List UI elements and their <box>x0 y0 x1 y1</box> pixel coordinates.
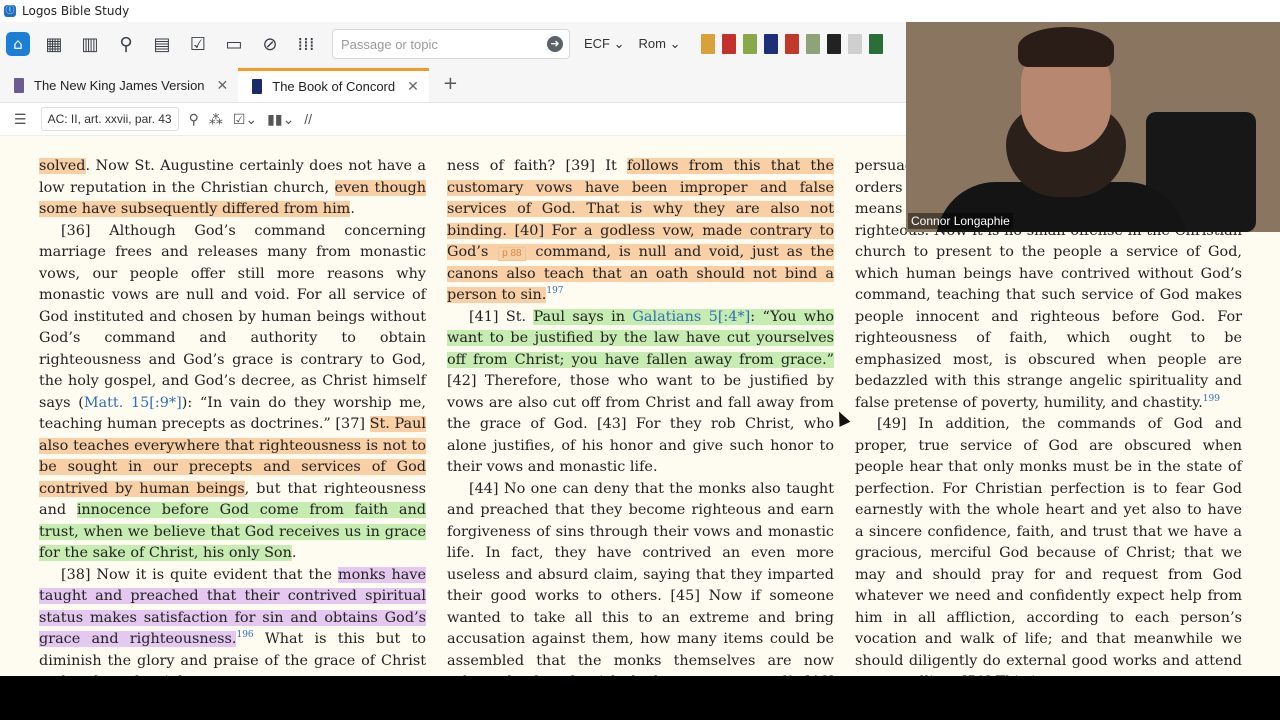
parallel-resources-icon[interactable]: // <box>304 111 312 127</box>
resource-shortcut-7[interactable] <box>826 34 841 54</box>
passage-search-box[interactable]: ➜ <box>332 29 570 59</box>
resource-shortcut-8[interactable] <box>847 34 862 54</box>
text-run: Paul says in <box>533 308 633 325</box>
home-button[interactable]: ⌂ <box>0 26 36 62</box>
favorite-resources <box>700 34 883 54</box>
search-icon: ⚲ <box>119 33 133 55</box>
passage-search-input[interactable] <box>333 35 543 53</box>
verse-ref[interactable]: [:4*] <box>718 309 750 325</box>
chevron-left-icon[interactable]: ‹ <box>1222 668 1230 676</box>
text-run: ness of faith? [39] It <box>447 158 627 174</box>
tab-nkjv[interactable]: The New King James Version ✕ <box>0 68 238 102</box>
paragraph: [36] Although God’s command concerning m… <box>39 221 426 565</box>
people-icon[interactable]: ⁂ <box>209 111 223 128</box>
collection-label: ECF <box>584 36 610 51</box>
text-run: . <box>291 545 297 561</box>
text-run: [36] Although God’s command concerning m… <box>39 222 426 411</box>
book-cover-icon <box>252 79 263 94</box>
footnote-marker[interactable]: 197 <box>546 286 563 296</box>
layouts-button[interactable]: ⊘ <box>252 26 288 62</box>
book-dropdown[interactable]: Rom ⌄ <box>639 36 681 52</box>
resource-shortcut-5[interactable] <box>784 34 799 54</box>
resource-shortcut-1[interactable] <box>700 34 715 54</box>
text-run: [41] St. <box>469 308 534 325</box>
footnote-marker[interactable]: 196 <box>236 630 253 640</box>
chevron-down-icon: ⌄ <box>669 36 681 51</box>
columns-icon[interactable]: ▮▮⌄ <box>267 111 294 128</box>
tab-label: The New King James Version <box>34 77 205 93</box>
book-label: Rom <box>638 36 666 51</box>
library-icon: ▥ <box>81 33 99 55</box>
highlight-orange: solved <box>39 158 86 174</box>
library-button[interactable]: ▥ <box>72 26 108 62</box>
checklist-icon: ☑ <box>189 33 207 55</box>
reference-box[interactable]: AC: II, art. xxvii, par. 43 <box>40 107 179 131</box>
close-icon[interactable]: ✕ <box>407 78 419 95</box>
text-column-3: persuaded people that their invented spi… <box>855 156 1242 676</box>
search-button[interactable]: ⚲ <box>108 26 144 62</box>
documents-button[interactable]: ▭ <box>216 26 252 62</box>
participant-name: Connor Longaphie <box>908 213 1013 229</box>
resource-shortcut-6[interactable] <box>805 34 820 54</box>
verse-ref[interactable]: [:9*] <box>149 395 181 411</box>
home-icon: ⌂ <box>6 32 30 56</box>
paragraph: [38] Now it is quite evident that the mo… <box>39 565 426 676</box>
guides-button[interactable]: ▦ <box>36 26 72 62</box>
page-marker: p 88 <box>498 247 526 261</box>
bible-reference-link[interactable]: Galatians 5 <box>632 309 717 325</box>
chevron-right-icon[interactable]: › <box>1254 668 1262 676</box>
collection-dropdown[interactable]: ECF ⌄ <box>584 36 625 52</box>
layouts-icon: ⊘ <box>262 33 278 55</box>
bookmark-button[interactable]: ▤ <box>144 26 180 62</box>
tab-label: The Book of Concord <box>272 79 396 94</box>
panel-menu-icon[interactable]: ☰ <box>14 111 27 128</box>
paragraph: [44] No one can deny that the monks also… <box>447 480 834 677</box>
paragraph: solved. Now St. Augustine certainly does… <box>39 156 427 221</box>
text-column-1: solved. Now St. Augustine certainly does… <box>39 156 427 676</box>
resource-shortcut-9[interactable] <box>868 34 883 54</box>
close-icon[interactable]: ✕ <box>217 77 229 94</box>
text-run: . <box>350 201 355 217</box>
visual-filters-icon[interactable]: ☑⌄ <box>233 111 257 128</box>
text-column-2: ness of faith? [39] It follows from this… <box>447 156 835 677</box>
grid-icon: ⁞⁞⁞ <box>297 33 315 55</box>
video-person-hair <box>1018 27 1114 67</box>
highlight-orange: follows from this that the customary vow… <box>447 158 834 303</box>
text-run: [38] Now it is quite evident that the <box>61 566 338 583</box>
text-run: [42] Therefore, those who want to be jus… <box>447 373 834 475</box>
go-arrow-icon[interactable]: ➜ <box>547 36 563 52</box>
tools-button[interactable]: ⁞⁞⁞ <box>288 26 324 62</box>
bible-reference-link[interactable]: Matt. 15 <box>84 395 149 411</box>
guides-icon: ▦ <box>45 33 63 55</box>
webcam-overlay: Connor Longaphie <box>906 22 1280 232</box>
tasks-button[interactable]: ☑ <box>180 26 216 62</box>
paragraph: [49] In addition, the commands of God an… <box>855 416 1242 676</box>
resource-shortcut-3[interactable] <box>742 34 757 54</box>
chevron-down-icon: ⌄ <box>613 36 625 51</box>
bookmark-icon: ▤ <box>153 33 171 55</box>
tab-book-of-concord[interactable]: The Book of Concord ✕ <box>238 68 429 102</box>
paragraph: [41] St. Paul says in Galatians 5[:4*]: … <box>447 307 835 479</box>
document-icon: ▭ <box>225 33 243 55</box>
paragraph: ness of faith? [39] It follows from this… <box>447 156 834 307</box>
book-cover-icon <box>14 77 24 93</box>
new-tab-plus-icon[interactable]: + <box>443 73 458 94</box>
resource-shortcut-2[interactable] <box>721 34 736 54</box>
resource-shortcut-4[interactable] <box>763 34 778 54</box>
search-icon[interactable]: ⚲ <box>189 111 199 128</box>
highlight-green: innocence before God come from faith and… <box>39 502 426 561</box>
footnote-marker[interactable]: 199 <box>1203 394 1220 404</box>
